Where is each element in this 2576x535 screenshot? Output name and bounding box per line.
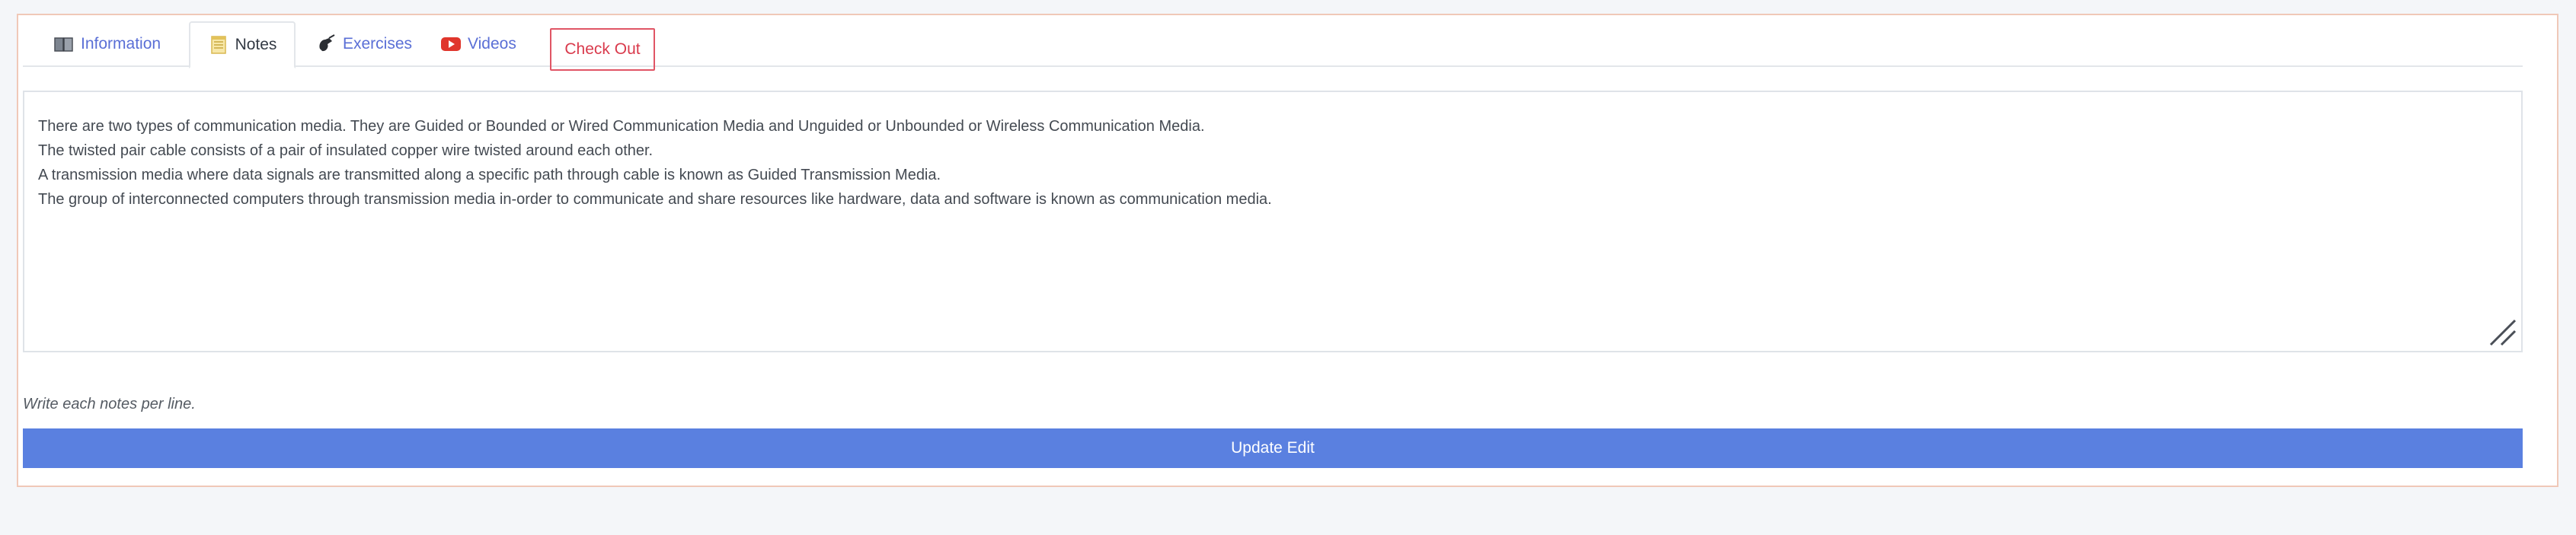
- tab-videos-label: Videos: [468, 35, 516, 53]
- tab-notes[interactable]: Notes: [189, 21, 296, 68]
- tab-exercises-label: Exercises: [343, 35, 413, 53]
- note-line: There are two types of communication med…: [38, 118, 1205, 135]
- notepad-icon: [208, 34, 229, 56]
- checkout-button[interactable]: Check Out: [550, 28, 655, 71]
- tab-videos[interactable]: Videos: [440, 21, 516, 67]
- note-line: A transmission media where data signals …: [38, 167, 941, 183]
- tab-information[interactable]: Information: [53, 21, 161, 67]
- tab-exercises[interactable]: Exercises: [315, 21, 412, 67]
- play-button-icon: [440, 33, 462, 55]
- update-edit-button[interactable]: Update Edit: [23, 428, 2523, 468]
- hand-writing-icon: [315, 33, 337, 55]
- tab-bar: Information Notes Exercises Videos Check…: [23, 21, 2523, 71]
- checkout-label: Check Out: [564, 40, 641, 58]
- note-line: The group of interconnected computers th…: [38, 191, 1272, 208]
- book-icon: [53, 33, 75, 55]
- resize-handle-icon[interactable]: [2489, 319, 2517, 346]
- note-line: The twisted pair cable consists of a pai…: [38, 142, 654, 159]
- help-text: Write each notes per line.: [23, 396, 196, 412]
- tab-information-label: Information: [81, 35, 161, 53]
- tab-notes-label: Notes: [235, 36, 277, 53]
- notes-textarea[interactable]: There are two types of communication med…: [23, 91, 2523, 352]
